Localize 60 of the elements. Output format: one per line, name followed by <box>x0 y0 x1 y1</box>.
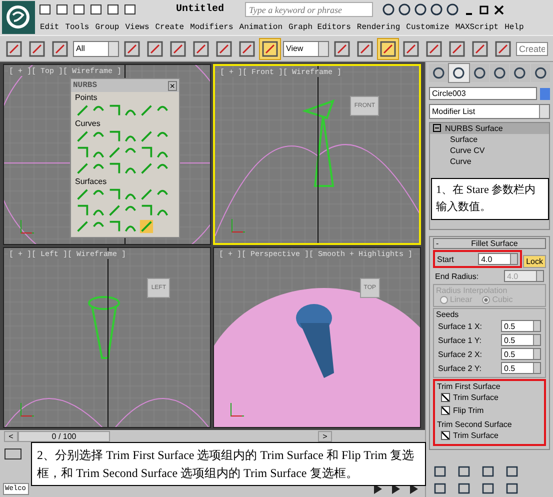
field-label: Start <box>437 254 454 264</box>
maximize-icon[interactable] <box>479 4 490 14</box>
dropdown[interactable]: All <box>73 40 119 56</box>
spinner-field[interactable]: 0.5 <box>501 362 541 374</box>
search-field[interactable]: Type a keyword or phrase <box>245 2 374 17</box>
menu-item[interactable]: Modifiers <box>190 22 234 32</box>
menu-item[interactable]: Graph Editors <box>288 22 351 32</box>
axis-tripod-icon <box>228 401 246 419</box>
field-label: End Radius: <box>435 272 479 280</box>
toolbox-title: NURBS <box>73 81 98 90</box>
group-title: Seeds <box>436 310 460 319</box>
section-label: Surfaces <box>74 176 108 187</box>
object-name-field[interactable]: Circle003 <box>429 87 537 100</box>
close-button[interactable]: × <box>168 80 177 90</box>
stack-sub-item[interactable]: Curve CV <box>430 145 549 156</box>
checkbox[interactable]: Trim Surface <box>437 429 542 442</box>
group-title: Trim Second Surface <box>437 420 513 429</box>
window-title: Untitled <box>176 4 224 15</box>
menu-item[interactable]: Customize <box>406 22 450 32</box>
callout-note: 2、分别选择 Trim First Surface 选项组内的 Trim Surface 和 Flip Trim 复选框，和 Trim Second Surface 选项组内的 Trim Surface 复选框。 <box>31 442 426 486</box>
checkbox[interactable]: Flip Trim <box>437 404 542 417</box>
menu-item[interactable]: Tools <box>65 22 90 32</box>
stack-sub-item[interactable]: Curve <box>430 156 549 167</box>
menu-item[interactable]: Animation <box>239 22 282 32</box>
menu-item[interactable]: Views <box>125 22 150 32</box>
next-frame-button[interactable]: > <box>318 431 332 442</box>
spinner-field[interactable]: 4.0 <box>478 253 518 265</box>
checkbox[interactable]: Trim Surface <box>437 391 542 404</box>
modifier-list-dropdown[interactable]: Modifier List <box>429 104 550 119</box>
spinner-field[interactable]: 0.5 <box>501 348 541 360</box>
menu-item[interactable]: Help <box>504 22 524 32</box>
close-icon[interactable] <box>494 4 504 14</box>
dropdown[interactable]: View <box>283 40 329 56</box>
section-label: Points <box>74 92 98 103</box>
frame-counter[interactable]: 0 / 100 <box>18 431 110 442</box>
menu-item[interactable]: Rendering <box>356 22 400 32</box>
field-label: Surface 1 X: <box>438 322 482 330</box>
rollout-header[interactable]: - Fillet Surface <box>433 238 546 249</box>
lock-button[interactable]: Lock <box>523 255 546 268</box>
previous-frame-button[interactable]: < <box>4 431 18 442</box>
stack-item[interactable]: NURBS Surface <box>430 123 549 134</box>
group-title: Trim First Surface <box>437 382 502 391</box>
menu-item[interactable]: Create <box>155 22 184 32</box>
section-label: Curves <box>74 118 102 129</box>
field-label: Surface 2 Y: <box>438 364 482 372</box>
color-swatch[interactable] <box>540 88 550 100</box>
spinner-field[interactable]: 0.5 <box>501 320 541 332</box>
axis-tripod-icon <box>18 218 36 236</box>
axis-tripod-icon <box>18 401 36 419</box>
menu-item[interactable]: MAXScript <box>455 22 499 32</box>
stack-sub-item[interactable]: Surface <box>430 134 549 145</box>
menu-item[interactable]: Edit <box>40 22 60 32</box>
app-logo-icon[interactable] <box>2 1 35 34</box>
field-label: Surface 1 Y: <box>438 336 482 344</box>
callout-note: 1、在 Stare 参数栏内输入数值。 <box>431 178 549 220</box>
field-label: Surface 2 X: <box>438 350 482 358</box>
spinner-field[interactable]: 0.5 <box>501 334 541 346</box>
menu-item[interactable]: Group <box>95 22 120 32</box>
collapse-icon[interactable] <box>433 124 441 132</box>
axis-tripod-icon <box>229 217 247 235</box>
